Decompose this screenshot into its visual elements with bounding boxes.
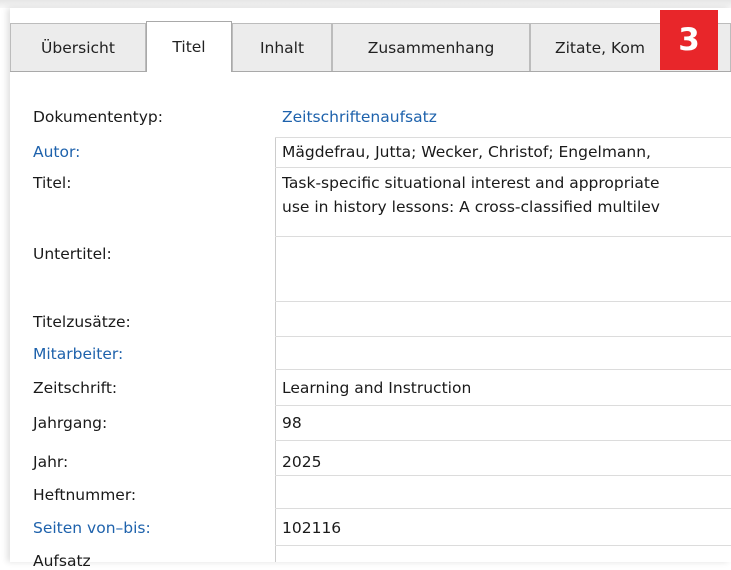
- field-separator: [275, 301, 731, 302]
- label-heftnummer: Heftnummer:: [33, 486, 137, 504]
- window-top-strip: [0, 0, 731, 8]
- value-dokumententyp[interactable]: Zeitschriftenaufsatz: [282, 108, 437, 126]
- field-grid-divider: [275, 137, 276, 562]
- label-untertitel: Untertitel:: [33, 245, 112, 263]
- value-titel-line1[interactable]: Task-specific situational interest and a…: [282, 174, 731, 192]
- field-separator: [275, 137, 731, 138]
- tab-label: Zitate, Kom: [555, 38, 645, 57]
- tab-divider: [10, 71, 731, 72]
- label-jahr: Jahr:: [33, 453, 69, 471]
- field-separator: [275, 545, 731, 546]
- label-aufsatz: Aufsatz: [33, 552, 91, 570]
- value-seiten[interactable]: 102116: [282, 519, 341, 537]
- label-jahrgang: Jahrgang:: [33, 414, 108, 432]
- label-mitarbeiter[interactable]: Mitarbeiter:: [33, 345, 123, 363]
- record-panel: [10, 8, 731, 562]
- tab-label: Zusammenhang: [367, 38, 495, 57]
- field-separator: [275, 236, 731, 237]
- label-dokumententyp: Dokumententyp:: [33, 108, 163, 126]
- value-jahrgang[interactable]: 98: [282, 414, 302, 432]
- field-separator: [275, 440, 731, 441]
- label-titel: Titel:: [33, 174, 72, 192]
- tab-label: Inhalt: [259, 38, 305, 57]
- field-separator: [275, 336, 731, 337]
- field-separator: [275, 475, 731, 476]
- field-separator: [275, 369, 731, 370]
- tab-titel[interactable]: Titel: [146, 21, 232, 72]
- label-zeitschrift: Zeitschrift:: [33, 379, 118, 397]
- value-jahr[interactable]: 2025: [282, 453, 321, 471]
- field-separator: [275, 508, 731, 509]
- tab-label: Titel: [172, 38, 206, 56]
- label-seiten[interactable]: Seiten von–bis:: [33, 519, 151, 537]
- tab-label: Übersicht: [41, 38, 115, 57]
- tab-uebersicht[interactable]: Übersicht: [10, 23, 146, 71]
- step-number-badge: 3: [660, 10, 718, 70]
- value-titel-line2[interactable]: use in history lessons: A cross-classifi…: [282, 198, 731, 216]
- value-autor[interactable]: Mägdefrau, Jutta; Wecker, Christof; Enge…: [282, 143, 731, 161]
- tab-inhalt[interactable]: Inhalt: [232, 23, 332, 71]
- tab-zusammenhang[interactable]: Zusammenhang: [332, 23, 530, 71]
- field-separator: [275, 405, 731, 406]
- label-autor[interactable]: Autor:: [33, 143, 80, 161]
- label-titelzusaetze: Titelzusätze:: [33, 313, 131, 331]
- value-zeitschrift[interactable]: Learning and Instruction: [282, 379, 471, 397]
- field-separator: [275, 167, 731, 168]
